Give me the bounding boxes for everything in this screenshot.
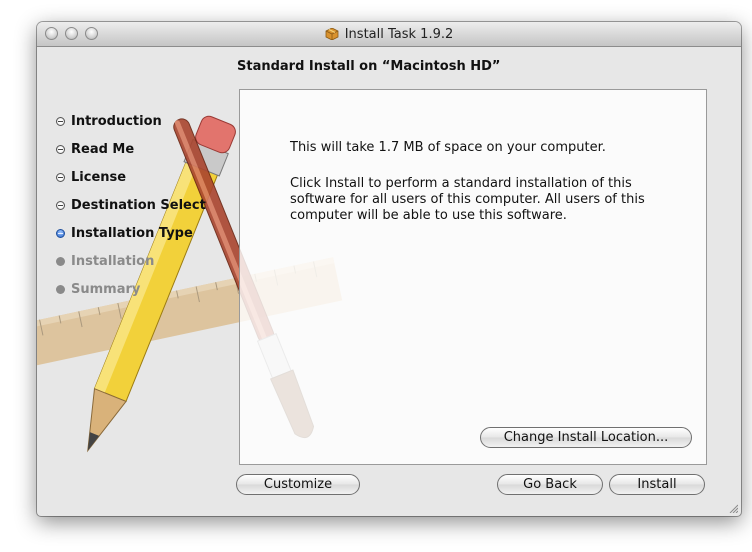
package-icon [325,28,339,40]
step-license: License [56,170,126,185]
step-label: Installation [71,254,155,269]
step-installation-type: Installation Type [56,226,193,241]
step-summary: Summary [56,282,140,297]
step-done-bullet-icon [56,173,65,182]
page-title: Standard Install on “Macintosh HD” [237,59,501,74]
step-label: Destination Select [71,198,206,213]
resize-grip-icon[interactable] [728,503,738,513]
step-done-bullet-icon [56,117,65,126]
step-introduction: Introduction [56,114,162,129]
step-label: License [71,170,127,185]
step-current-bullet-icon [56,229,65,238]
step-pending-bullet-icon [56,285,65,294]
window-title: Install Task 1.9.2 [37,22,741,46]
step-pending-bullet-icon [56,257,65,266]
step-label: Read Me [71,142,135,157]
go-back-button[interactable]: Go Back [497,474,603,495]
title-bar[interactable]: Install Task 1.9.2 [37,22,741,47]
window-title-text: Install Task 1.9.2 [344,26,454,42]
customize-button[interactable]: Customize [236,474,360,495]
space-required-message: This will take 1.7 MB of space on your c… [290,140,606,155]
installer-window: Install Task 1.9.2 Standard Install on “… [37,22,741,516]
step-label: Summary [71,282,141,297]
change-install-location-button[interactable]: Change Install Location... [480,427,692,448]
step-read-me: Read Me [56,142,134,157]
step-installation: Installation [56,254,154,269]
install-description: Click Install to perform a standard inst… [290,176,645,223]
install-button[interactable]: Install [609,474,705,495]
step-label: Introduction [71,114,162,129]
step-done-bullet-icon [56,201,65,210]
step-label: Installation Type [71,226,193,241]
content-panel: This will take 1.7 MB of space on your c… [239,89,707,465]
step-done-bullet-icon [56,145,65,154]
step-destination-select: Destination Select [56,198,206,213]
